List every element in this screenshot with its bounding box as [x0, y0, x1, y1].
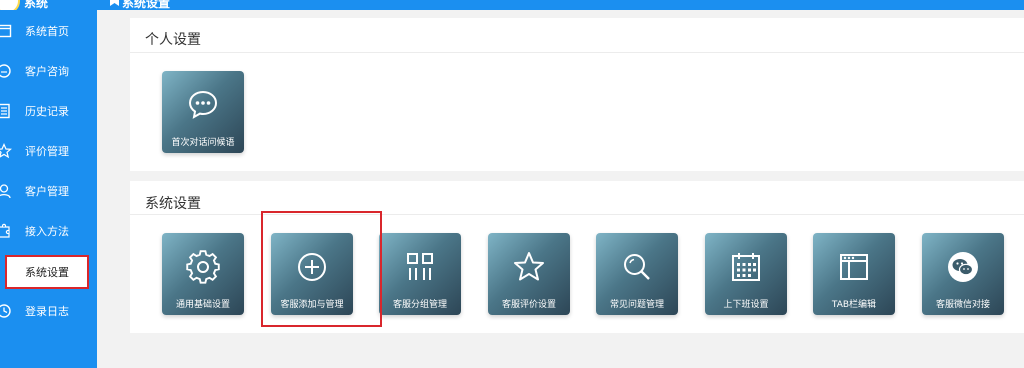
sidebar-item-consult[interactable]: 客户咨询	[0, 51, 97, 91]
sidebar-item-login-log[interactable]: 登录日志	[0, 291, 97, 331]
chat-bubble-icon	[0, 64, 11, 78]
sidebar-item-access[interactable]: 接入方法	[0, 211, 97, 251]
panel-title: 个人设置	[145, 32, 201, 48]
tile-label: 客服评价设置	[501, 300, 556, 310]
tile-label: 客服微信对接	[935, 300, 990, 310]
sidebar-item-system-settings[interactable]: 系统设置	[5, 255, 89, 289]
logo-icon	[0, 0, 20, 10]
calendar-icon	[732, 253, 760, 281]
grid-icon	[407, 253, 433, 280]
tile-greeting[interactable]: 首次对话问候语	[162, 71, 244, 153]
panel-title: 系统设置	[145, 196, 201, 212]
breadcrumb: 系统设置	[122, 0, 171, 10]
sidebar-item-home[interactable]: 系统首页	[0, 11, 97, 51]
tile-agent-management[interactable]: 客服添加与管理	[271, 233, 353, 315]
tile-label: 首次对话问候语	[171, 138, 235, 148]
gear-icon	[186, 250, 220, 284]
tile-label: TAB栏编辑	[831, 300, 877, 310]
logo-text: 系统	[24, 0, 49, 10]
sidebar-item-history[interactable]: 历史记录	[0, 91, 97, 131]
wechat-icon	[948, 252, 978, 282]
notebook-icon	[0, 103, 10, 119]
sidebar-item-label: 客户咨询	[25, 65, 69, 78]
chat-dots-icon	[188, 90, 218, 119]
sidebar-item-label: 历史记录	[25, 105, 69, 118]
tile-label: 客服分组管理	[392, 300, 447, 310]
sidebar-item-customers[interactable]: 客户管理	[0, 171, 97, 211]
star-icon	[0, 143, 12, 159]
clock-icon	[0, 304, 11, 318]
browser-window-icon	[840, 254, 868, 280]
sidebar-item-ratings[interactable]: 评价管理	[0, 131, 97, 171]
top-bar: 系统设置	[97, 0, 1024, 10]
tile-label: 客服添加与管理	[280, 300, 344, 310]
sidebar-item-label: 评价管理	[25, 145, 69, 158]
search-icon	[624, 254, 650, 280]
tile-rating-settings[interactable]: 客服评价设置	[488, 233, 570, 315]
tile-label: 常见问题管理	[609, 300, 664, 310]
user-icon	[0, 184, 11, 199]
window-icon	[0, 24, 12, 38]
sidebar-item-label: 登录日志	[25, 305, 69, 318]
puzzle-icon	[0, 223, 10, 238]
divider	[130, 214, 1024, 215]
system-settings-panel: 系统设置 通用基础设置 客服添加与管理 客服分组管理 客服评价设置 常见问题管理…	[130, 181, 1024, 333]
tile-group-management[interactable]: 客服分组管理	[379, 233, 461, 315]
star-icon	[514, 252, 544, 281]
tile-faq-management[interactable]: 常见问题管理	[596, 233, 678, 315]
personal-settings-panel: 个人设置 首次对话问候语	[130, 18, 1024, 171]
logo: 系统	[0, 0, 97, 10]
tile-wechat-integration[interactable]: 客服微信对接	[922, 233, 1004, 315]
tile-label: 通用基础设置	[175, 300, 230, 310]
sidebar-item-label: 系统首页	[25, 25, 69, 38]
tile-tab-editor[interactable]: TAB栏编辑	[813, 233, 895, 315]
sidebar-item-label: 客户管理	[25, 185, 69, 198]
tile-general-settings[interactable]: 通用基础设置	[162, 233, 244, 315]
plus-circle-icon	[298, 253, 326, 281]
divider	[130, 52, 1024, 53]
bookmark-icon	[110, 0, 119, 6]
tile-shift-settings[interactable]: 上下班设置	[705, 233, 787, 315]
sidebar: 系统 系统首页 客户咨询 历史记录 评价管理 客户管理 接入方法 系统设置 登录…	[0, 0, 97, 368]
sidebar-item-label: 系统设置	[25, 266, 69, 279]
sidebar-item-label: 接入方法	[25, 225, 69, 238]
tile-label: 上下班设置	[723, 300, 769, 310]
